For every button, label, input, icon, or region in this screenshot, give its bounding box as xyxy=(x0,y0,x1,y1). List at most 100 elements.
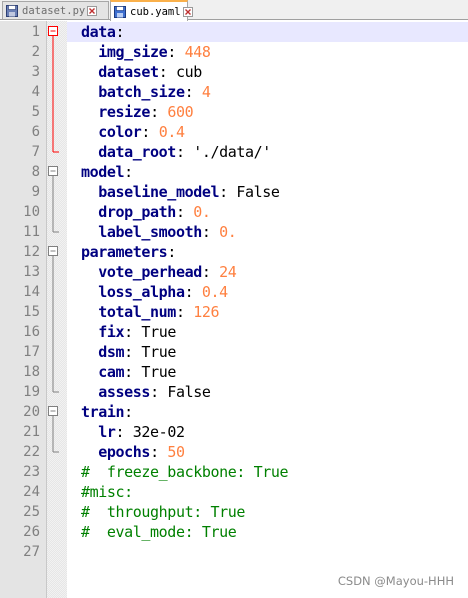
code-token: : xyxy=(141,123,159,141)
line-number: 23 xyxy=(23,464,40,480)
code-token: : True xyxy=(124,323,176,341)
code-text: data_root: './data/' xyxy=(81,142,271,162)
code-line[interactable]: 21 lr: 32e-02 xyxy=(0,422,468,442)
code-text: label_smooth: 0. xyxy=(81,222,237,242)
line-number: 17 xyxy=(23,344,40,360)
code-line[interactable]: 26 # eval_mode: True xyxy=(0,522,468,542)
code-line[interactable]: 6 color: 0.4 xyxy=(0,122,468,142)
code-line[interactable]: 8 model: xyxy=(0,162,468,182)
code-text: loss_alpha: 0.4 xyxy=(81,282,228,302)
code-line[interactable]: 22 epochs: 50 xyxy=(0,442,468,462)
code-line[interactable]: 2 img_size: 448 xyxy=(0,42,468,62)
line-number: 5 xyxy=(31,104,40,120)
code-line[interactable]: 27 xyxy=(0,542,468,562)
line-number: 1 xyxy=(31,24,40,40)
code-token: : True xyxy=(124,363,176,381)
code-line[interactable]: 17 dsm: True xyxy=(0,342,468,362)
code-line[interactable]: 4 batch_size: 4 xyxy=(0,82,468,102)
yaml-key: epochs xyxy=(98,443,151,461)
code-text: # freeze_backbone: True xyxy=(81,462,289,482)
code-text: baseline_model: False xyxy=(81,182,280,202)
code-token: : True xyxy=(124,343,176,361)
code-line[interactable]: 15 total_num: 126 xyxy=(0,302,468,322)
code-line[interactable]: 10 drop_path: 0. xyxy=(0,202,468,222)
code-token: : False xyxy=(150,383,211,401)
code-text: cam: True xyxy=(81,362,176,382)
yaml-key: vote_perhead xyxy=(98,263,202,281)
code-line[interactable]: 7 data_root: './data/' xyxy=(0,142,468,162)
yaml-number: 0.4 xyxy=(201,283,228,301)
code-token: : xyxy=(115,23,125,41)
code-token: : 32e-02 xyxy=(115,423,185,441)
save-disk-icon xyxy=(6,4,18,17)
line-number: 26 xyxy=(23,524,40,540)
line-number: 10 xyxy=(23,204,40,220)
code-text: parameters: xyxy=(81,242,176,262)
yaml-key: data xyxy=(81,23,116,41)
yaml-number: 126 xyxy=(193,303,220,321)
line-number: 25 xyxy=(23,504,40,520)
code-token: : cub xyxy=(158,63,203,81)
code-token: : xyxy=(184,283,202,301)
code-line[interactable]: 24 #misc: xyxy=(0,482,468,502)
line-number: 9 xyxy=(31,184,40,200)
code-line[interactable]: 9 baseline_model: False xyxy=(0,182,468,202)
line-number: 6 xyxy=(31,124,40,140)
code-line[interactable]: 19 assess: False xyxy=(0,382,468,402)
code-token: : xyxy=(124,163,133,181)
yaml-key: model xyxy=(81,163,125,181)
code-editor[interactable]: 1 data: 2 img_size: 448 3 dataset: cub 4 bat… xyxy=(0,21,468,598)
code-line[interactable]: 11 label_smooth: 0. xyxy=(0,222,468,242)
yaml-key: color xyxy=(98,123,142,141)
code-text: # eval_mode: True xyxy=(81,522,237,542)
code-text: dataset: cub xyxy=(81,62,202,82)
code-line[interactable]: 14 loss_alpha: 0.4 xyxy=(0,282,468,302)
code-text: #misc: xyxy=(81,482,133,502)
code-line[interactable]: 23 # freeze_backbone: True xyxy=(0,462,468,482)
line-number: 4 xyxy=(31,84,40,100)
line-number: 15 xyxy=(23,304,40,320)
code-line[interactable]: 13 vote_perhead: 24 xyxy=(0,262,468,282)
code-line[interactable]: 16 fix: True xyxy=(0,322,468,342)
line-number: 11 xyxy=(23,224,40,240)
tab-label: cub.yaml xyxy=(130,5,181,18)
tab-dataset-py[interactable]: dataset.py xyxy=(2,1,109,19)
yaml-key: train xyxy=(81,403,125,421)
tab-cub-yaml[interactable]: cub.yaml xyxy=(110,0,193,21)
tab-label: dataset.py xyxy=(22,4,86,17)
yaml-comment: #misc: xyxy=(81,483,133,501)
code-line[interactable]: 20 train: xyxy=(0,402,468,422)
close-icon[interactable] xyxy=(182,6,193,17)
code-token: : xyxy=(124,403,133,421)
line-number: 7 xyxy=(31,144,40,160)
line-number: 12 xyxy=(23,244,40,260)
yaml-number: 24 xyxy=(219,263,237,281)
close-icon[interactable] xyxy=(87,5,98,16)
line-number: 19 xyxy=(23,384,40,400)
line-number: 21 xyxy=(23,424,40,440)
code-line[interactable]: 12 parameters: xyxy=(0,242,468,262)
code-text: color: 0.4 xyxy=(81,122,185,142)
code-token: : xyxy=(201,223,220,241)
code-line[interactable]: 3 dataset: cub xyxy=(0,62,468,82)
yaml-key: dsm xyxy=(98,343,125,361)
yaml-key: assess xyxy=(98,383,151,401)
code-token: : xyxy=(150,103,168,121)
yaml-key: total_num xyxy=(98,303,176,321)
code-line[interactable]: 25 # throughput: True xyxy=(0,502,468,522)
yaml-number: 0. xyxy=(193,203,211,221)
code-line[interactable]: 5 resize: 600 xyxy=(0,102,468,122)
code-line[interactable]: 1 data: xyxy=(0,22,468,42)
code-line[interactable]: 18 cam: True xyxy=(0,362,468,382)
